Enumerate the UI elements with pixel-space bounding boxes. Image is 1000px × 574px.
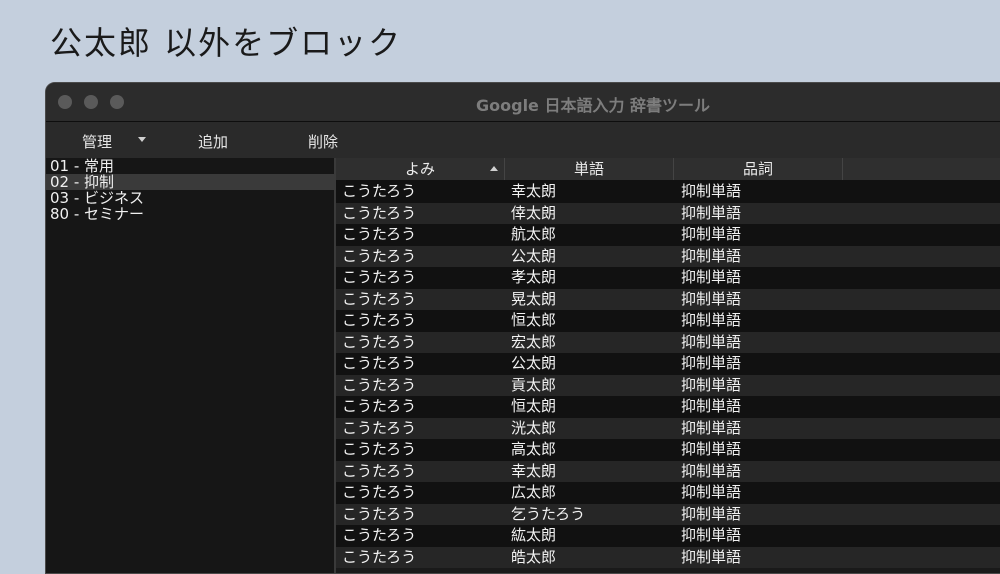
cell-word: 洸太郎 (511, 418, 557, 437)
cell-reading: こうたろう (342, 289, 417, 308)
cell-word: 皓太郎 (511, 547, 557, 566)
dictionary-item[interactable]: 80 - セミナー (46, 206, 334, 222)
table-row[interactable]: こうたろう 公太朗 抑制単語 (336, 245, 1000, 267)
add-button[interactable]: 追加 (198, 131, 228, 152)
cell-part-of-speech: 抑制単語 (681, 440, 742, 458)
dictionary-item[interactable]: 01 - 常用 (46, 158, 334, 174)
column-header-comment[interactable]: コ (843, 158, 1000, 180)
cell-reading: こうたろう (342, 354, 417, 372)
cell-word: 公太朗 (511, 354, 557, 372)
titlebar: Google 日本語入力 辞書ツール (46, 83, 1000, 122)
table-row[interactable]: こうたろう 倖太朗 抑制単語 (336, 202, 1000, 224)
cell-reading: こうたろう (342, 225, 417, 243)
cell-part-of-speech: 抑制単語 (681, 375, 742, 394)
cell-reading: こうたろう (342, 418, 417, 437)
table-row[interactable]: こうたろう 航太郎 抑制単語 (336, 224, 1000, 246)
cell-word: 幸太朗 (511, 182, 557, 200)
table-row[interactable]: こうたろう 孝太朗 抑制単語 (336, 267, 1000, 289)
cell-part-of-speech: 抑制単語 (681, 268, 742, 286)
cell-reading: こうたろう (342, 182, 417, 200)
cell-part-of-speech: 抑制単語 (681, 397, 742, 415)
manage-menu-button[interactable]: 管理 (82, 131, 112, 152)
cell-part-of-speech: 抑制単語 (681, 461, 742, 480)
table-row[interactable]: こうたろう 乞うたろう 抑制単語 (336, 503, 1000, 525)
cell-reading: こうたろう (342, 311, 417, 329)
column-header-word[interactable]: 単語 (505, 158, 674, 180)
cell-word: 高太郎 (511, 440, 557, 458)
cell-part-of-speech: 抑制単語 (681, 225, 742, 243)
dictionary-item-selected[interactable]: 02 - 抑制 (46, 174, 334, 190)
table-row[interactable]: こうたろう 宏太郎 抑制単語 (336, 331, 1000, 353)
table-header: よみ 単語 品詞 コ (336, 158, 1000, 181)
cell-word: 幸太朗 (511, 461, 557, 480)
delete-button[interactable]: 削除 (308, 131, 338, 152)
dictionary-list: 01 - 常用 02 - 抑制 03 - ビジネス 80 - セミナー (46, 158, 336, 573)
sort-ascending-icon (490, 166, 498, 171)
cell-part-of-speech: 抑制単語 (681, 289, 742, 308)
column-header-reading[interactable]: よみ (336, 158, 505, 180)
cell-word: 晃太朗 (511, 289, 557, 308)
cell-word: 倖太朗 (511, 203, 557, 222)
table-row[interactable]: こうたろう 皓太郎 抑制単語 (336, 546, 1000, 568)
cell-part-of-speech: 抑制単語 (681, 311, 742, 329)
word-table: よみ 単語 品詞 コ こうたろう幸太朗抑制単語こうたろう倖太朗抑制単語こうたろう… (336, 158, 1000, 573)
slide-title: 公太郎 以外をブロック (50, 24, 403, 62)
dictionary-tool-window: Google 日本語入力 辞書ツール 管理 追加 削除 01 - 常用 02 -… (45, 82, 1000, 574)
cell-reading: こうたろう (342, 526, 417, 544)
cell-part-of-speech: 抑制単語 (681, 547, 742, 566)
cell-word: 孝太朗 (511, 268, 557, 286)
cell-part-of-speech: 抑制単語 (681, 203, 742, 222)
table-row[interactable]: こうたろう 広太郎 抑制単語 (336, 482, 1000, 504)
cell-part-of-speech: 抑制単語 (681, 526, 742, 544)
cell-part-of-speech: 抑制単語 (681, 504, 742, 523)
table-row[interactable]: こうたろう 晃太朗 抑制単語 (336, 288, 1000, 310)
cell-reading: こうたろう (342, 332, 417, 351)
cell-reading: こうたろう (342, 375, 417, 394)
cell-word: 乞うたろう (511, 504, 586, 523)
toolbar: 管理 追加 削除 (46, 122, 1000, 159)
table-row[interactable]: こうたろう 高太郎 抑制単語 (336, 439, 1000, 461)
cell-word: 貢太郎 (511, 375, 557, 394)
cell-part-of-speech: 抑制単語 (681, 418, 742, 437)
cell-word: 恒太郎 (511, 311, 557, 329)
table-row[interactable]: こうたろう 紘太朗 抑制単語 (336, 525, 1000, 547)
cell-reading: こうたろう (342, 504, 417, 523)
table-body: こうたろう 幸太朗 抑制単語 こうたろう 倖太朗 抑制単語 こうたろう 航太郎 抑制単語 こうたろ… (336, 181, 1000, 568)
cell-part-of-speech: 抑制単語 (681, 182, 742, 200)
table-row[interactable]: こうたろう 公太朗 抑制単語 (336, 353, 1000, 375)
cell-reading: こうたろう (342, 246, 417, 265)
cell-reading: こうたろう (342, 483, 417, 501)
cell-reading: こうたろう (342, 440, 417, 458)
cell-word: 航太郎 (511, 225, 557, 243)
cell-word: 公太朗 (511, 246, 557, 265)
cell-reading: こうたろう (342, 203, 417, 222)
cell-part-of-speech: 抑制単語 (681, 483, 742, 501)
content-area: 01 - 常用 02 - 抑制 03 - ビジネス 80 - セミナー よみ 単… (46, 158, 1000, 573)
table-row[interactable]: こうたろう 恒太郎 抑制単語 (336, 310, 1000, 332)
table-row[interactable]: こうたろう 洸太郎 抑制単語 (336, 417, 1000, 439)
cell-word: 紘太朗 (511, 526, 557, 544)
table-row[interactable]: こうたろう 恒太朗 抑制単語 (336, 396, 1000, 418)
cell-reading: こうたろう (342, 268, 417, 286)
cell-part-of-speech: 抑制単語 (681, 332, 742, 351)
chevron-down-icon[interactable] (138, 137, 146, 142)
table-row[interactable]: こうたろう 幸太朗 抑制単語 (336, 460, 1000, 482)
cell-part-of-speech: 抑制単語 (681, 354, 742, 372)
cell-word: 恒太朗 (511, 397, 557, 415)
cell-part-of-speech: 抑制単語 (681, 246, 742, 265)
cell-reading: こうたろう (342, 397, 417, 415)
window-title: Google 日本語入力 辞書ツール (476, 96, 711, 115)
table-row[interactable]: こうたろう 幸太朗 抑制単語 (336, 181, 1000, 203)
cell-word: 宏太郎 (511, 332, 557, 351)
cell-reading: こうたろう (342, 547, 417, 566)
table-row[interactable]: こうたろう 貢太郎 抑制単語 (336, 374, 1000, 396)
cell-reading: こうたろう (342, 461, 417, 480)
dictionary-item[interactable]: 03 - ビジネス (46, 190, 334, 206)
column-header-part-of-speech[interactable]: 品詞 (674, 158, 843, 180)
cell-word: 広太郎 (511, 483, 557, 501)
